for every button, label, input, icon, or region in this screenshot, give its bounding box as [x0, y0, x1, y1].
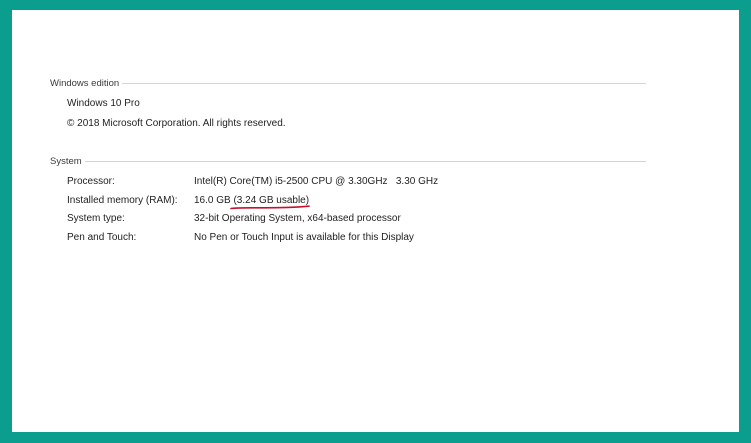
windows-edition-section-header: Windows edition	[50, 76, 646, 90]
system-type-row: System type: 32-bit Operating System, x6…	[67, 212, 627, 226]
windows-edition-name: Windows 10 Pro	[67, 98, 140, 109]
windows-edition-title: Windows edition	[50, 77, 120, 89]
processor-row: Processor: Intel(R) Core(TM) i5-2500 CPU…	[67, 175, 627, 189]
installed-memory-label: Installed memory (RAM):	[67, 195, 178, 206]
system-properties-panel: Windows edition Windows 10 Pro © 2018 Mi…	[12, 10, 739, 432]
installed-memory-row: Installed memory (RAM): 16.0 GB (3.24 GB…	[67, 194, 627, 210]
copyright-text: © 2018 Microsoft Corporation. All rights…	[67, 118, 286, 129]
installed-memory-usable: (3.24 GB usable)	[230, 194, 311, 210]
installed-memory-value: 16.0 GB (3.24 GB usable)	[194, 194, 311, 210]
system-section-header: System	[50, 154, 646, 168]
system-type-value: 32-bit Operating System, x64-based proce…	[194, 213, 401, 224]
pen-and-touch-label: Pen and Touch:	[67, 232, 137, 243]
section-divider	[122, 83, 646, 84]
section-divider	[84, 161, 646, 162]
red-underline-annotation	[230, 205, 311, 210]
system-title: System	[50, 155, 82, 167]
processor-label: Processor:	[67, 176, 115, 187]
processor-value: Intel(R) Core(TM) i5-2500 CPU @ 3.30GHz …	[194, 176, 439, 187]
system-type-label: System type:	[67, 213, 125, 224]
installed-memory-total: 16.0 GB	[194, 195, 234, 206]
pen-and-touch-row: Pen and Touch: No Pen or Touch Input is …	[67, 231, 627, 245]
pen-and-touch-value: No Pen or Touch Input is available for t…	[194, 232, 414, 243]
